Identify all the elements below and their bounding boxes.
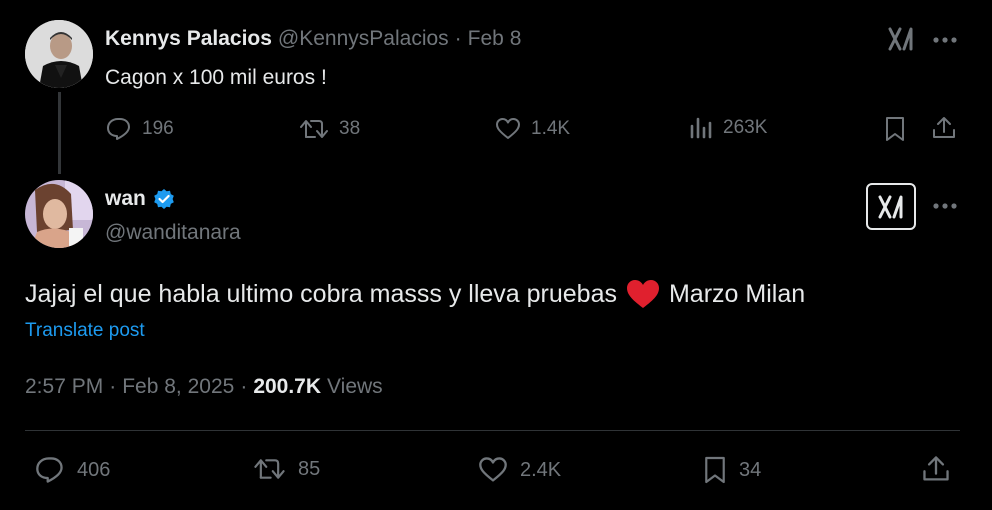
- like-icon: [495, 117, 521, 141]
- views-label: Views: [327, 375, 383, 398]
- parent-repost-button[interactable]: 38: [299, 117, 360, 141]
- main-handle[interactable]: @wanditanara: [105, 221, 241, 245]
- grok-icon[interactable]: [887, 26, 915, 52]
- avatar-wan[interactable]: [25, 180, 93, 248]
- grok-icon: [877, 194, 905, 220]
- repost-icon: [253, 456, 286, 482]
- main-text-part-2: Marzo Milan: [668, 279, 806, 308]
- parent-like-button[interactable]: 1.4K: [495, 117, 570, 141]
- main-tweet-text: Jajaj el que habla ultimo cobra masss y …: [25, 279, 805, 309]
- parent-tweet-text: Cagon x 100 mil euros !: [105, 66, 327, 89]
- more-icon[interactable]: [932, 202, 958, 210]
- translate-post-link[interactable]: Translate post: [25, 320, 145, 342]
- main-like-count: 2.4K: [520, 458, 562, 481]
- main-repost-count: 85: [298, 457, 321, 480]
- main-reply-count: 406: [77, 458, 111, 481]
- views-icon: [689, 117, 713, 139]
- verified-badge-icon[interactable]: [153, 188, 175, 210]
- parent-display-name[interactable]: Kennys Palacios: [105, 27, 272, 51]
- reply-icon: [106, 117, 132, 141]
- meta-separator-2: ·: [240, 375, 248, 398]
- more-icon[interactable]: [932, 36, 958, 44]
- parent-repost-count: 38: [339, 118, 361, 139]
- share-icon[interactable]: [931, 115, 957, 141]
- view-count: 200.7K: [253, 375, 322, 398]
- parent-separator: ·: [454, 27, 462, 50]
- parent-reply-button[interactable]: 196: [106, 117, 174, 141]
- thread-line: [58, 92, 61, 174]
- main-display-name[interactable]: wan: [105, 187, 146, 211]
- parent-tweet-header: Kennys Palacios @KennysPalacios · Feb 8: [105, 27, 521, 51]
- main-reply-button[interactable]: 406: [35, 456, 110, 484]
- parent-reply-count: 196: [142, 118, 174, 139]
- main-like-button[interactable]: 2.4K: [478, 456, 561, 484]
- parent-like-count: 1.4K: [531, 118, 571, 139]
- grok-button[interactable]: [866, 183, 916, 230]
- parent-handle[interactable]: @KennysPalacios: [278, 27, 449, 51]
- main-tweet-meta: 2:57 PM · Feb 8, 2025 · 200.7K Views: [25, 375, 383, 399]
- main-text-part-1: Jajaj el que habla ultimo cobra masss y …: [25, 279, 617, 308]
- main-bookmark-button[interactable]: 34: [703, 455, 761, 485]
- avatar-kennys[interactable]: [25, 20, 93, 88]
- bookmark-icon[interactable]: [884, 116, 906, 142]
- meta-separator: ·: [109, 375, 117, 398]
- tweet-date[interactable]: Feb 8, 2025: [122, 375, 234, 399]
- repost-icon: [299, 117, 329, 141]
- divider: [25, 430, 960, 431]
- red-heart-emoji-icon: [626, 279, 660, 309]
- bookmark-icon: [703, 455, 727, 485]
- tweet-time[interactable]: 2:57 PM: [25, 375, 103, 399]
- main-repost-button[interactable]: 85: [253, 456, 320, 482]
- main-bookmark-count: 34: [739, 458, 762, 481]
- main-tweet-header: wan: [105, 187, 175, 211]
- reply-icon: [35, 456, 65, 484]
- parent-date[interactable]: Feb 8: [468, 27, 522, 51]
- like-icon: [478, 456, 508, 484]
- share-icon[interactable]: [921, 454, 951, 484]
- parent-views-count: 263K: [723, 117, 768, 138]
- parent-views-button[interactable]: 263K: [689, 117, 767, 139]
